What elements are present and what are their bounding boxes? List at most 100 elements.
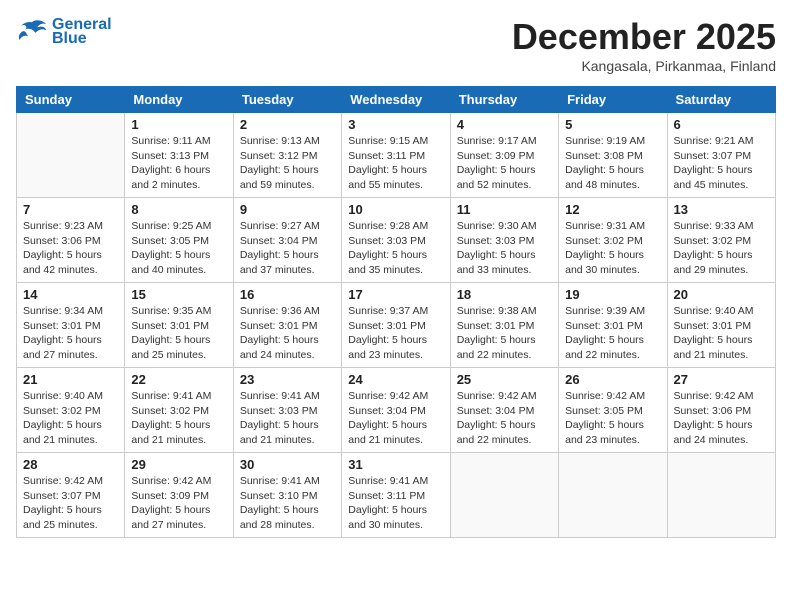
day-cell-18: 18 Sunrise: 9:38 AM Sunset: 3:01 PM Dayli… — [450, 283, 558, 368]
day-number: 11 — [457, 202, 552, 217]
day-info: Sunrise: 9:36 AM Sunset: 3:01 PM Dayligh… — [240, 304, 335, 363]
day-cell-1: 1 Sunrise: 9:11 AM Sunset: 3:13 PM Daylig… — [125, 113, 233, 198]
day-info: Sunrise: 9:19 AM Sunset: 3:08 PM Dayligh… — [565, 134, 660, 193]
day-info: Sunrise: 9:38 AM Sunset: 3:01 PM Dayligh… — [457, 304, 552, 363]
day-cell-12: 12 Sunrise: 9:31 AM Sunset: 3:02 PM Dayli… — [559, 198, 667, 283]
day-info: Sunrise: 9:13 AM Sunset: 3:12 PM Dayligh… — [240, 134, 335, 193]
day-info: Sunrise: 9:31 AM Sunset: 3:02 PM Dayligh… — [565, 219, 660, 278]
day-info: Sunrise: 9:42 AM Sunset: 3:04 PM Dayligh… — [348, 389, 443, 448]
day-number: 7 — [23, 202, 118, 217]
day-number: 27 — [674, 372, 769, 387]
day-info: Sunrise: 9:40 AM Sunset: 3:02 PM Dayligh… — [23, 389, 118, 448]
day-number: 28 — [23, 457, 118, 472]
day-cell-21: 21 Sunrise: 9:40 AM Sunset: 3:02 PM Dayli… — [17, 368, 125, 453]
day-number: 6 — [674, 117, 769, 132]
day-number: 20 — [674, 287, 769, 302]
day-cell-31: 31Sunrise: 9:41 AM Sunset: 3:11 PM Dayli… — [342, 453, 450, 538]
day-number: 12 — [565, 202, 660, 217]
day-number: 26 — [565, 372, 660, 387]
day-cell-7: 7 Sunrise: 9:23 AM Sunset: 3:06 PM Daylig… — [17, 198, 125, 283]
day-cell-10: 10 Sunrise: 9:28 AM Sunset: 3:03 PM Dayli… — [342, 198, 450, 283]
day-number: 19 — [565, 287, 660, 302]
day-number: 1 — [131, 117, 226, 132]
day-number: 5 — [565, 117, 660, 132]
day-cell-22: 22 Sunrise: 9:41 AM Sunset: 3:02 PM Dayli… — [125, 368, 233, 453]
day-number: 13 — [674, 202, 769, 217]
logo-icon — [16, 18, 48, 46]
day-cell-2: 2 Sunrise: 9:13 AM Sunset: 3:12 PM Daylig… — [233, 113, 341, 198]
day-cell-26: 26 Sunrise: 9:42 AM Sunset: 3:05 PM Dayli… — [559, 368, 667, 453]
day-cell-14: 14Sunrise: 9:34 AM Sunset: 3:01 PM Dayli… — [17, 283, 125, 368]
day-cell-5: 5 Sunrise: 9:19 AM Sunset: 3:08 PM Daylig… — [559, 113, 667, 198]
day-cell-4: 4 Sunrise: 9:17 AM Sunset: 3:09 PM Daylig… — [450, 113, 558, 198]
day-cell-27: 27Sunrise: 9:42 AM Sunset: 3:06 PM Dayli… — [667, 368, 775, 453]
day-cell-28: 28 Sunrise: 9:42 AM Sunset: 3:07 PM Dayli… — [17, 453, 125, 538]
day-info: Sunrise: 9:41 AM Sunset: 3:10 PM Dayligh… — [240, 474, 335, 533]
day-cell-19: 19 Sunrise: 9:39 AM Sunset: 3:01 PM Dayli… — [559, 283, 667, 368]
day-cell-15: 15Sunrise: 9:35 AM Sunset: 3:01 PM Dayli… — [125, 283, 233, 368]
day-cell-11: 11Sunrise: 9:30 AM Sunset: 3:03 PM Dayli… — [450, 198, 558, 283]
day-number: 16 — [240, 287, 335, 302]
day-info: Sunrise: 9:42 AM Sunset: 3:05 PM Dayligh… — [565, 389, 660, 448]
day-info: Sunrise: 9:25 AM Sunset: 3:05 PM Dayligh… — [131, 219, 226, 278]
day-number: 30 — [240, 457, 335, 472]
day-info: Sunrise: 9:28 AM Sunset: 3:03 PM Dayligh… — [348, 219, 443, 278]
month-title: December 2025 — [512, 16, 776, 58]
day-cell-25: 25 Sunrise: 9:42 AM Sunset: 3:04 PM Dayli… — [450, 368, 558, 453]
weekday-header-friday: Friday — [559, 87, 667, 113]
day-info: Sunrise: 9:37 AM Sunset: 3:01 PM Dayligh… — [348, 304, 443, 363]
day-info: Sunrise: 9:15 AM Sunset: 3:11 PM Dayligh… — [348, 134, 443, 193]
day-info: Sunrise: 9:42 AM Sunset: 3:07 PM Dayligh… — [23, 474, 118, 533]
day-number: 29 — [131, 457, 226, 472]
day-number: 10 — [348, 202, 443, 217]
week-row-4: 21 Sunrise: 9:40 AM Sunset: 3:02 PM Dayli… — [17, 368, 776, 453]
page-header: General Blue December 2025 Kangasala, Pi… — [16, 16, 776, 74]
weekday-header-sunday: Sunday — [17, 87, 125, 113]
day-info: Sunrise: 9:41 AM Sunset: 3:02 PM Dayligh… — [131, 389, 226, 448]
day-number: 14 — [23, 287, 118, 302]
day-info: Sunrise: 9:11 AM Sunset: 3:13 PM Dayligh… — [131, 134, 226, 193]
day-number: 22 — [131, 372, 226, 387]
day-cell-16: 16 Sunrise: 9:36 AM Sunset: 3:01 PM Dayli… — [233, 283, 341, 368]
day-cell-20: 20 Sunrise: 9:40 AM Sunset: 3:01 PM Dayli… — [667, 283, 775, 368]
calendar-table: SundayMondayTuesdayWednesdayThursdayFrid… — [16, 86, 776, 538]
day-info: Sunrise: 9:42 AM Sunset: 3:04 PM Dayligh… — [457, 389, 552, 448]
day-info: Sunrise: 9:33 AM Sunset: 3:02 PM Dayligh… — [674, 219, 769, 278]
week-row-3: 14Sunrise: 9:34 AM Sunset: 3:01 PM Dayli… — [17, 283, 776, 368]
day-number: 2 — [240, 117, 335, 132]
day-info: Sunrise: 9:40 AM Sunset: 3:01 PM Dayligh… — [674, 304, 769, 363]
day-number: 25 — [457, 372, 552, 387]
day-cell-13: 13 Sunrise: 9:33 AM Sunset: 3:02 PM Dayli… — [667, 198, 775, 283]
weekday-header-thursday: Thursday — [450, 87, 558, 113]
day-info: Sunrise: 9:41 AM Sunset: 3:03 PM Dayligh… — [240, 389, 335, 448]
title-area: December 2025 Kangasala, Pirkanmaa, Finl… — [512, 16, 776, 74]
day-number: 15 — [131, 287, 226, 302]
day-cell-24: 24 Sunrise: 9:42 AM Sunset: 3:04 PM Dayli… — [342, 368, 450, 453]
day-cell-30: 30 Sunrise: 9:41 AM Sunset: 3:10 PM Dayli… — [233, 453, 341, 538]
day-number: 23 — [240, 372, 335, 387]
empty-cell — [17, 113, 125, 198]
day-number: 18 — [457, 287, 552, 302]
week-row-1: 1 Sunrise: 9:11 AM Sunset: 3:13 PM Daylig… — [17, 113, 776, 198]
day-info: Sunrise: 9:23 AM Sunset: 3:06 PM Dayligh… — [23, 219, 118, 278]
day-info: Sunrise: 9:17 AM Sunset: 3:09 PM Dayligh… — [457, 134, 552, 193]
day-number: 3 — [348, 117, 443, 132]
day-cell-29: 29 Sunrise: 9:42 AM Sunset: 3:09 PM Dayli… — [125, 453, 233, 538]
day-info: Sunrise: 9:39 AM Sunset: 3:01 PM Dayligh… — [565, 304, 660, 363]
day-number: 21 — [23, 372, 118, 387]
empty-cell — [667, 453, 775, 538]
weekday-header-saturday: Saturday — [667, 87, 775, 113]
week-row-5: 28 Sunrise: 9:42 AM Sunset: 3:07 PM Dayli… — [17, 453, 776, 538]
day-info: Sunrise: 9:41 AM Sunset: 3:11 PM Dayligh… — [348, 474, 443, 533]
day-cell-6: 6 Sunrise: 9:21 AM Sunset: 3:07 PM Daylig… — [667, 113, 775, 198]
day-info: Sunrise: 9:42 AM Sunset: 3:09 PM Dayligh… — [131, 474, 226, 533]
day-cell-17: 17 Sunrise: 9:37 AM Sunset: 3:01 PM Dayli… — [342, 283, 450, 368]
weekday-header-row: SundayMondayTuesdayWednesdayThursdayFrid… — [17, 87, 776, 113]
day-number: 24 — [348, 372, 443, 387]
day-number: 8 — [131, 202, 226, 217]
day-cell-23: 23 Sunrise: 9:41 AM Sunset: 3:03 PM Dayli… — [233, 368, 341, 453]
day-number: 4 — [457, 117, 552, 132]
logo-text: General Blue — [52, 16, 112, 48]
day-info: Sunrise: 9:21 AM Sunset: 3:07 PM Dayligh… — [674, 134, 769, 193]
day-number: 17 — [348, 287, 443, 302]
